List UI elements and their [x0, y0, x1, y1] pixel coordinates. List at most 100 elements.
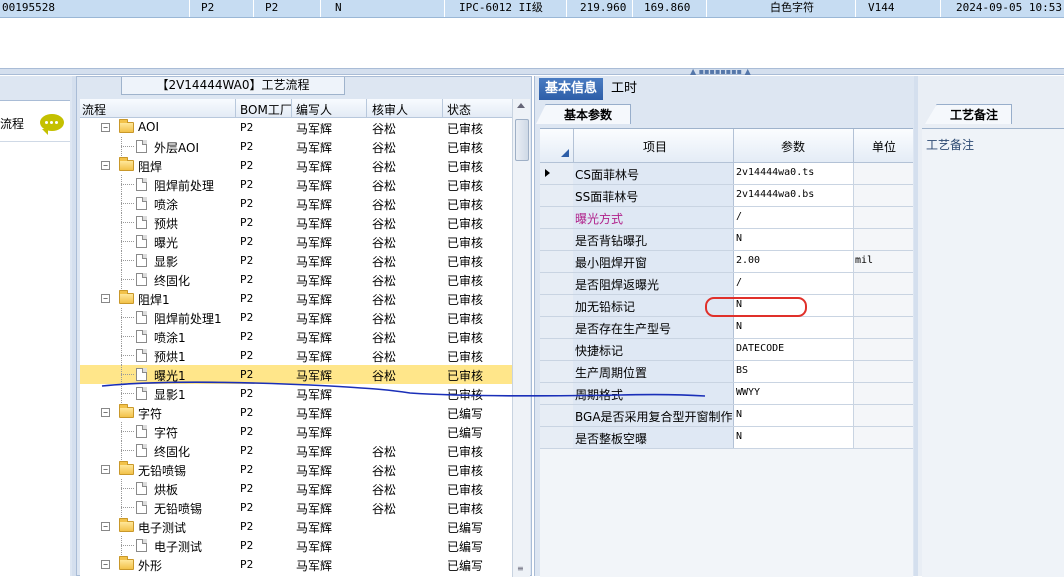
param-item-cell[interactable]: BGA是否采用复合型开窗制作	[573, 405, 734, 426]
row-indicator[interactable]	[540, 273, 574, 294]
param-row[interactable]: CS面菲林号 2v14444wa0.ts	[540, 163, 913, 185]
param-row[interactable]: 是否背钻曝孔 N	[540, 229, 913, 251]
param-unit-cell[interactable]	[854, 361, 913, 382]
tab-process-notes[interactable]: 工艺备注	[925, 104, 1012, 124]
tree-col-reviewer[interactable]: 核审人	[372, 101, 408, 118]
param-row[interactable]: 是否阻焊返曝光 /	[540, 273, 913, 295]
param-unit-cell[interactable]	[854, 185, 913, 206]
param-item-cell[interactable]: 曝光方式	[573, 207, 734, 228]
collapse-icon[interactable]: −	[101, 408, 110, 417]
collapse-icon[interactable]: −	[101, 161, 110, 170]
param-unit-cell[interactable]	[854, 295, 913, 316]
row-indicator[interactable]	[540, 427, 574, 448]
param-value-cell[interactable]: 2v14444wa0.bs	[734, 185, 854, 206]
param-row[interactable]: 是否存在生产型号 N	[540, 317, 913, 339]
row-indicator[interactable]	[540, 339, 574, 360]
tree-row[interactable]: 烘板 P2 马军辉 谷松 已审核	[80, 479, 512, 498]
row-indicator[interactable]	[540, 229, 574, 250]
tree-row[interactable]: 曝光1 P2 马军辉 谷松 已审核	[80, 365, 512, 384]
collapse-icon[interactable]: −	[101, 294, 110, 303]
param-value-cell[interactable]: N	[734, 405, 854, 426]
process-notes-body[interactable]: 工艺备注	[922, 128, 1064, 577]
param-row[interactable]: 周期格式 WWYY	[540, 383, 913, 405]
tree-col-writer[interactable]: 编写人	[296, 101, 332, 118]
collapse-icon[interactable]: −	[101, 123, 110, 132]
tree-row[interactable]: 电子测试 P2 马军辉 已编写	[80, 536, 512, 555]
tree-row[interactable]: 字符 P2 马军辉 已编写	[80, 422, 512, 441]
param-row[interactable]: 生产周期位置 BS	[540, 361, 913, 383]
subtab-basic-params[interactable]: 基本参数	[536, 104, 631, 124]
tree-row[interactable]: − 电子测试 P2 马军辉 已编写	[80, 517, 512, 536]
collapse-icon[interactable]: −	[101, 465, 110, 474]
param-unit-cell[interactable]	[854, 273, 913, 294]
param-unit-cell[interactable]	[854, 317, 913, 338]
param-unit-cell[interactable]	[854, 229, 913, 250]
param-item-cell[interactable]: 是否存在生产型号	[573, 317, 734, 338]
tree-row[interactable]: 终固化 P2 马军辉 谷松 已审核	[80, 270, 512, 289]
tree-row[interactable]: 预烘 P2 马军辉 谷松 已审核	[80, 213, 512, 232]
param-unit-cell[interactable]	[854, 339, 913, 360]
select-all-icon[interactable]	[561, 149, 569, 157]
row-indicator[interactable]	[540, 207, 574, 228]
param-row[interactable]: BGA是否采用复合型开窗制作 N	[540, 405, 913, 427]
scroll-thumb[interactable]	[515, 119, 529, 161]
params-col-unit[interactable]: 单位	[872, 138, 896, 155]
tree-col-bom[interactable]: BOM工厂	[240, 101, 292, 118]
param-value-cell[interactable]: N	[734, 317, 854, 338]
param-unit-cell[interactable]	[854, 427, 913, 448]
row-indicator[interactable]	[540, 295, 574, 316]
param-value-cell[interactable]: /	[734, 207, 854, 228]
param-value-cell[interactable]: N	[734, 229, 854, 250]
param-value-cell[interactable]: 2v14444wa0.ts	[734, 163, 854, 184]
tree-row[interactable]: 显影 P2 马军辉 谷松 已审核	[80, 251, 512, 270]
param-row[interactable]: SS面菲林号 2v14444wa0.bs	[540, 185, 913, 207]
param-item-cell[interactable]: 周期格式	[573, 383, 734, 404]
tree-row[interactable]: 阻焊前处理 P2 马军辉 谷松 已审核	[80, 175, 512, 194]
tree-row[interactable]: − 外形 P2 马军辉 已编写	[80, 555, 512, 574]
param-value-cell[interactable]: /	[734, 273, 854, 294]
tree-row[interactable]: 曝光 P2 马军辉 谷松 已审核	[80, 232, 512, 251]
tree-row[interactable]: − 阻焊 P2 马军辉 谷松 已审核	[80, 156, 512, 175]
chat-bubble-icon[interactable]	[40, 114, 64, 135]
param-item-cell[interactable]: 最小阻焊开窗	[573, 251, 734, 272]
param-row[interactable]: 快捷标记 DATECODE	[540, 339, 913, 361]
right-vertical-splitter[interactable]	[914, 76, 918, 576]
row-indicator[interactable]	[540, 405, 574, 426]
param-item-cell[interactable]: 是否整板空曝	[573, 427, 734, 448]
tree-row[interactable]: 终固化 P2 马军辉 谷松 已审核	[80, 441, 512, 460]
param-value-cell[interactable]: BS	[734, 361, 854, 382]
param-item-cell[interactable]: 是否阻焊返曝光	[573, 273, 734, 294]
param-unit-cell[interactable]	[854, 163, 913, 184]
param-unit-cell[interactable]	[854, 207, 913, 228]
tree-row[interactable]: 外层AOI P2 马军辉 谷松 已审核	[80, 137, 512, 156]
param-row[interactable]: 是否整板空曝 N	[540, 427, 913, 449]
tree-row[interactable]: 喷涂1 P2 马军辉 谷松 已审核	[80, 327, 512, 346]
param-item-cell[interactable]: 快捷标记	[573, 339, 734, 360]
row-indicator[interactable]	[540, 317, 574, 338]
tree-row[interactable]: − 阻焊1 P2 马军辉 谷松 已审核	[80, 289, 512, 308]
param-item-cell[interactable]: CS面菲林号	[573, 163, 734, 184]
scroll-up-icon[interactable]	[517, 103, 525, 108]
tree-row[interactable]: 预烘1 P2 马军辉 谷松 已审核	[80, 346, 512, 365]
process-tree-grid[interactable]: 流程 BOM工厂 编写人 核审人 状态 − AOI P2 马军辉 谷松 已审核 外层AOI P…	[80, 99, 512, 577]
param-value-cell[interactable]: DATECODE	[734, 339, 854, 360]
tree-scrollbar[interactable]: ≡	[512, 99, 530, 577]
param-value-cell[interactable]: N	[734, 427, 854, 448]
tree-col-flow[interactable]: 流程	[82, 101, 106, 118]
horizontal-splitter[interactable]: ▲ ▪▪▪▪▪▪▪▪ ▲	[0, 68, 1064, 76]
tree-col-status[interactable]: 状态	[447, 101, 471, 118]
basic-params-grid[interactable]: 项目 参数 单位 CS面菲林号 2v14444wa0.ts SS面菲林号 2v1444…	[540, 128, 913, 577]
param-unit-cell[interactable]	[854, 383, 913, 404]
param-item-cell[interactable]: 生产周期位置	[573, 361, 734, 382]
collapse-icon[interactable]: −	[101, 560, 110, 569]
tree-row[interactable]: − AOI P2 马军辉 谷松 已审核	[80, 118, 512, 137]
param-row[interactable]: 最小阻焊开窗 2.00 mil	[540, 251, 913, 273]
row-indicator[interactable]	[540, 251, 574, 272]
param-value-cell[interactable]: 2.00	[734, 251, 854, 272]
param-item-cell[interactable]: 是否背钻曝孔	[573, 229, 734, 250]
param-unit-cell[interactable]: mil	[854, 251, 913, 272]
tab-basic-info[interactable]: 基本信息	[539, 78, 603, 100]
row-indicator[interactable]	[540, 361, 574, 382]
tree-row[interactable]: 显影1 P2 马军辉 已审核	[80, 384, 512, 403]
param-item-cell[interactable]: SS面菲林号	[573, 185, 734, 206]
